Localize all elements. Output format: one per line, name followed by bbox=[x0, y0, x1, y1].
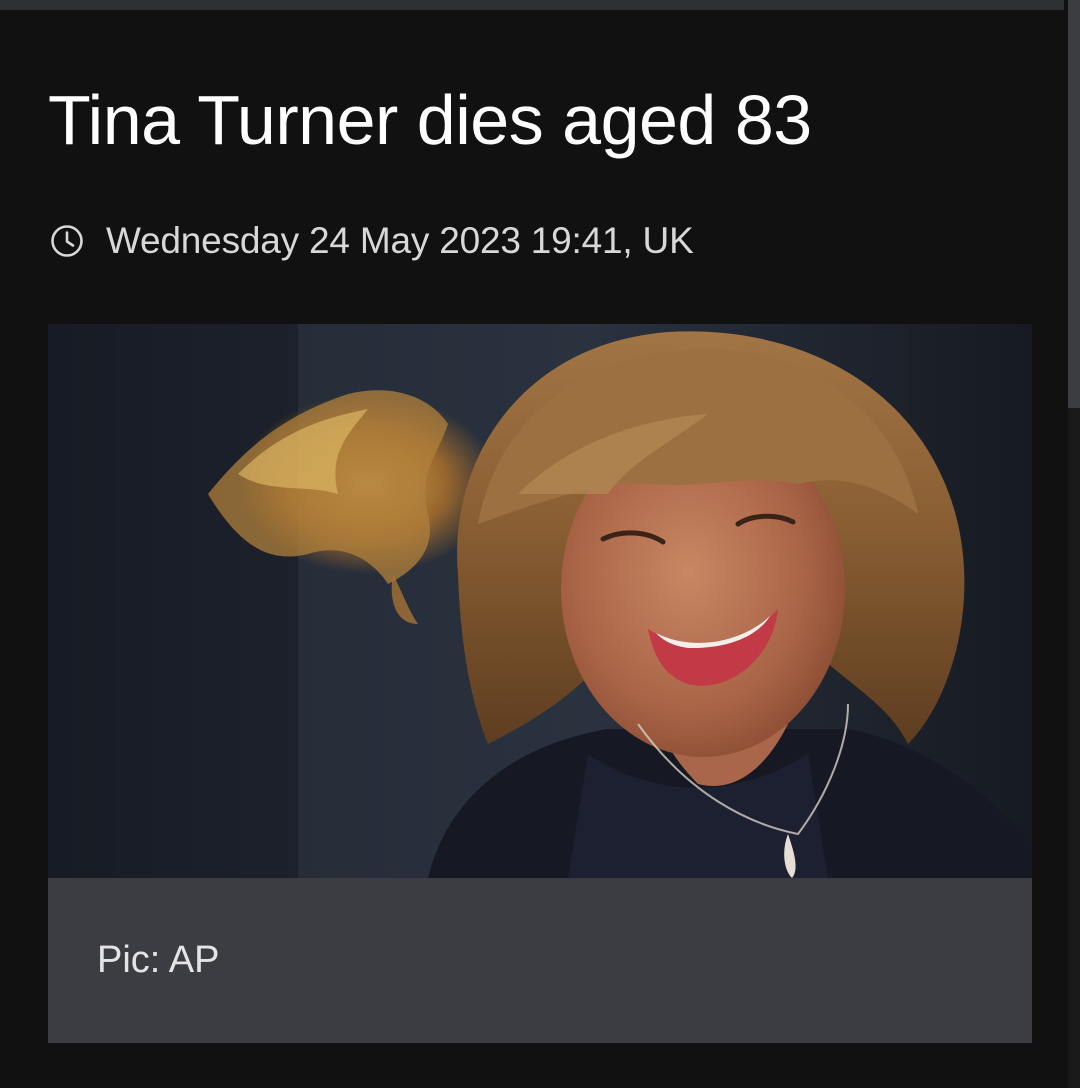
image-caption-box: Pic: AP bbox=[48, 878, 1032, 1043]
top-bar bbox=[0, 0, 1064, 10]
image-caption: Pic: AP bbox=[97, 939, 220, 981]
article-headline: Tina Turner dies aged 83 bbox=[48, 81, 812, 159]
clock-icon bbox=[50, 224, 84, 258]
scrollbar[interactable] bbox=[1068, 0, 1080, 1088]
timestamp-text: Wednesday 24 May 2023 19:41, UK bbox=[106, 220, 694, 261]
scrollbar-thumb[interactable] bbox=[1068, 0, 1080, 408]
article-timestamp: Wednesday 24 May 2023 19:41, UK bbox=[50, 218, 694, 264]
article-photo[interactable] bbox=[48, 324, 1032, 878]
